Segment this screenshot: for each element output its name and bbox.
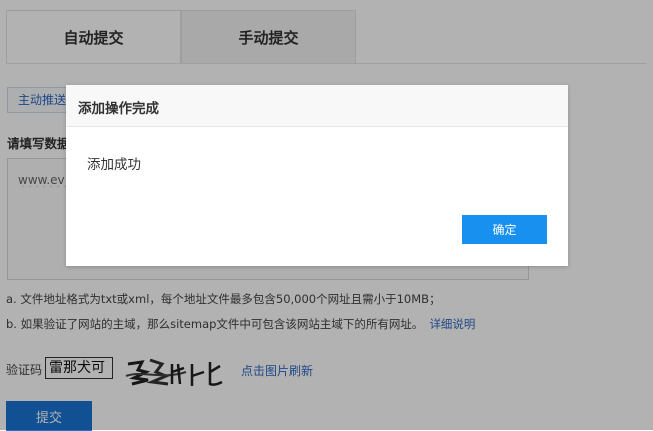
page: 自动提交 手动提交 主动推送 请填写数据 www.ev1 a. 文件地址格式为t… (0, 0, 653, 431)
dialog: 添加操作完成 添加成功 确定 (66, 85, 568, 266)
dialog-header: 添加操作完成 (66, 85, 568, 127)
confirm-button[interactable]: 确定 (462, 215, 547, 244)
dialog-title: 添加操作完成 (78, 101, 159, 117)
dialog-message: 添加成功 (87, 157, 141, 173)
